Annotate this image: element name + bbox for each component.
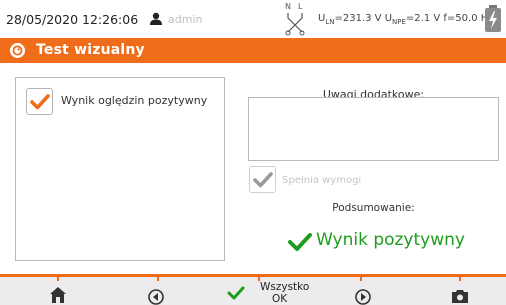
all-ok-label: Wszystko OK: [260, 281, 309, 305]
page-title: Test wizualny: [36, 42, 145, 58]
camera-button[interactable]: [440, 277, 480, 305]
title-bar: Test wizualny: [0, 38, 506, 63]
phase-l-label: L: [298, 2, 303, 11]
datetime: 28/05/2020 12:26:06: [6, 12, 139, 27]
inspection-result-label: Wynik oględzin pozytywny: [61, 94, 208, 107]
arrow-left-circle-icon: [148, 289, 164, 305]
meets-requirements-label: Spełnia wymogi: [282, 175, 362, 186]
measurement-readout: ULN=231.3 V UNPE=2.1 V f=50.0 Hz: [318, 13, 494, 26]
status-bar: 28/05/2020 12:26:06 admin N L ULN=231.3 …: [0, 0, 506, 38]
home-icon: [50, 287, 66, 303]
meets-requirements-checkbox: [249, 166, 276, 193]
previous-button[interactable]: [138, 277, 178, 305]
user-icon: [150, 12, 162, 25]
battery-charging-icon: [485, 5, 501, 32]
home-button[interactable]: [38, 277, 78, 305]
check-icon: [30, 94, 50, 110]
phase-indicator: N L: [284, 2, 308, 36]
inspection-panel: Wynik oględzin pozytywny: [15, 77, 225, 261]
eye-icon: [10, 43, 25, 58]
all-ok-line2: OK: [272, 293, 288, 305]
unpe-sub: NPE: [392, 18, 406, 26]
unpe-prefix: U: [384, 13, 393, 24]
arrow-right-circle-icon: [355, 289, 371, 305]
phase-n-label: N: [285, 2, 291, 11]
user-name: admin: [168, 13, 203, 26]
unpe-value: =2.1 V: [405, 13, 441, 24]
uln-value: =231.3 V: [334, 13, 382, 24]
all-ok-line1: Wszystko: [260, 281, 310, 293]
all-ok-button[interactable]: Wszystko OK: [222, 277, 322, 305]
next-button[interactable]: [345, 277, 385, 305]
camera-icon: [452, 290, 468, 303]
check-icon: [253, 172, 273, 188]
check-icon: [227, 286, 245, 300]
check-icon: [288, 233, 312, 251]
inspection-result-checkbox[interactable]: [26, 88, 53, 115]
summary-label: Podsumowanie:: [332, 202, 415, 214]
notes-field[interactable]: [248, 97, 499, 161]
phase-arrows-icon: [285, 13, 305, 36]
summary-result-text: Wynik pozytywny: [316, 230, 465, 250]
